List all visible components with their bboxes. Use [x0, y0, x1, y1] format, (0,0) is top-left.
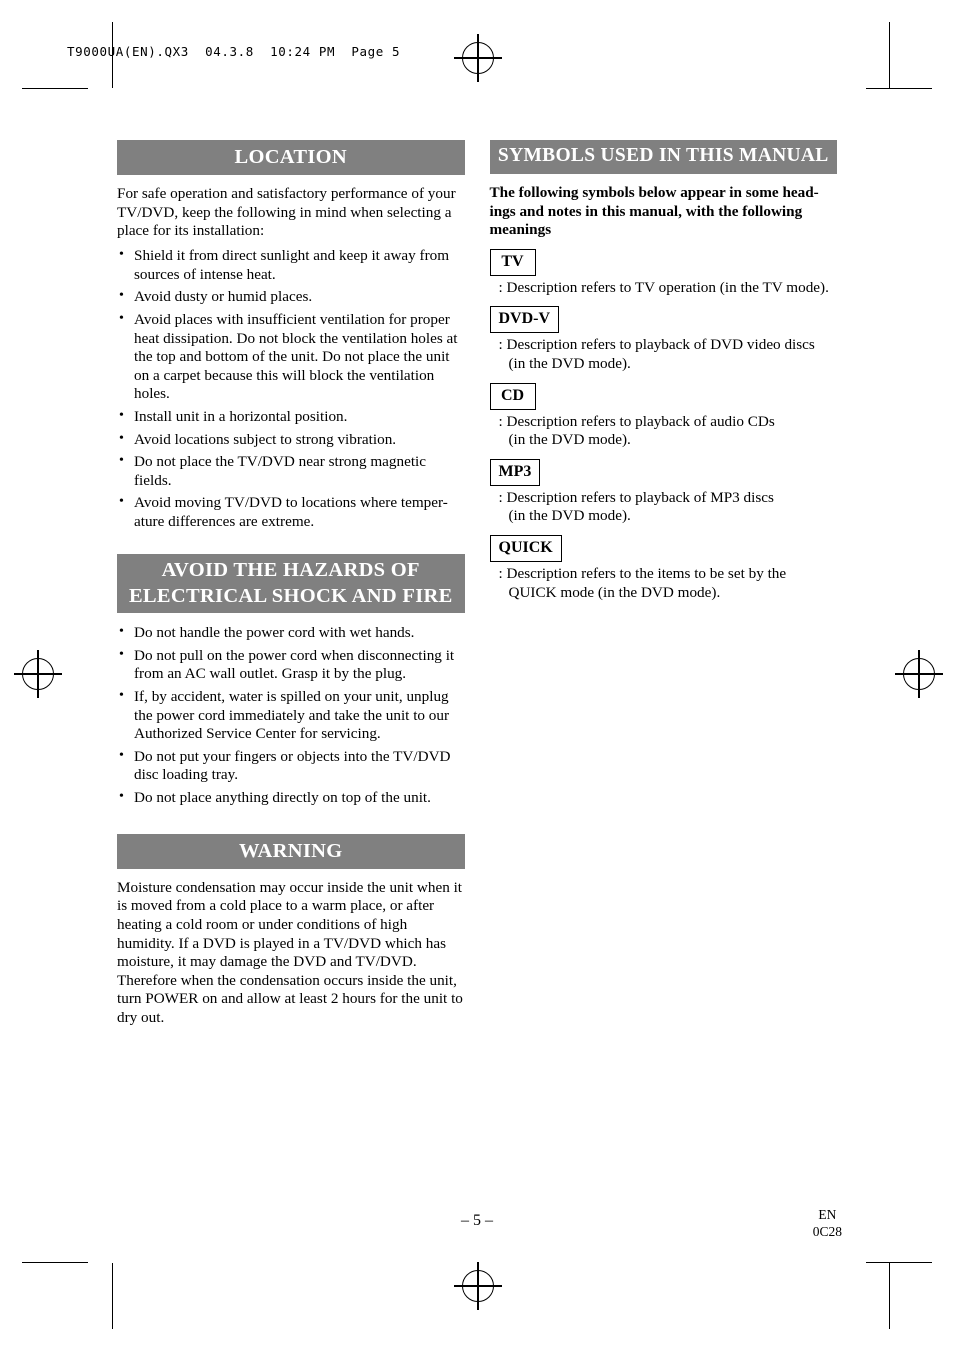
registration-mark-right [895, 650, 943, 698]
symbol-description-tv: : Description refers to TV operation (in… [498, 278, 829, 296]
symbol-description-cd: : Description refers to playback of audi… [490, 413, 838, 450]
list-item: Avoid dusty or humid places. [117, 287, 465, 307]
symbol-entry-quick: QUICK : Description refers to the items … [489, 535, 838, 602]
location-bullet-list: Shield it from direct sunlight and keep … [117, 246, 465, 532]
section-heading-warning: WARNING [117, 833, 465, 869]
section-location: LOCATION For safe operation and satisfac… [117, 140, 465, 532]
print-slug: T9000UA(EN).QX3 04.3.8 10:24 PM Page 5 [67, 44, 401, 59]
list-item: Shield it from direct sunlight and keep … [117, 246, 465, 284]
crop-mark-bottom-left-horizontal [22, 1262, 88, 1264]
symbol-description-quick: : Description refers to the items to be … [490, 565, 838, 602]
symbol-description-mp3: : Description refers to playback of MP3 … [490, 489, 838, 526]
symbol-description-dvd-v: : Description refers to playback of DVD … [490, 336, 838, 373]
symbol-description-cd-line1: : Description refers to playback of audi… [498, 412, 775, 430]
symbol-badge-quick: QUICK [489, 535, 562, 563]
right-column: SYMBOLS USED IN THIS MANUAL The followin… [489, 140, 838, 1028]
section-heading-location: LOCATION [117, 140, 465, 176]
section-heading-symbols: SYMBOLS USED IN THIS MANUAL [489, 140, 837, 174]
symbols-intro: The following symbols below appear in so… [489, 183, 819, 239]
symbol-badge-mp3: MP3 [489, 458, 541, 486]
section-warning: WARNING Moisture condensation may occur … [117, 833, 465, 1028]
symbol-badge-cd: CD [489, 382, 536, 410]
crop-mark-bottom-left-vertical [112, 1263, 114, 1329]
footer-code-line1: EN [818, 1207, 837, 1222]
section-symbols: SYMBOLS USED IN THIS MANUAL The followin… [489, 140, 838, 602]
symbol-description-quick-line2: QUICK mode (in the DVD mode). [508, 583, 721, 601]
registration-mark-top [454, 34, 502, 82]
symbol-description-quick-line1: : Description refers to the items to be … [498, 565, 787, 583]
symbol-entry-tv: TV : Description refers to TV operation … [489, 248, 838, 298]
crop-mark-bottom-right-vertical [889, 1263, 891, 1329]
symbol-description-dvd-v-line2: (in the DVD mode). [508, 355, 631, 372]
section-heading-hazards: AVOID THE HAZARDS OF ELECTRICAL SHOCK AN… [117, 553, 465, 614]
symbol-description-dvd-v-line1: : Description refers to playback of DVD … [498, 336, 815, 354]
crop-mark-top-right-vertical [889, 22, 891, 88]
crop-mark-top-right-horizontal [866, 88, 932, 90]
list-item: Install unit in a horizontal position. [117, 407, 465, 427]
symbol-entry-dvd-v: DVD-V : Description refers to playback o… [489, 306, 838, 373]
symbol-entry-mp3: MP3 : Description refers to playback of … [489, 458, 838, 526]
crop-mark-bottom-right-horizontal [866, 1262, 932, 1264]
footer-code: EN 0C28 [813, 1207, 842, 1241]
registration-mark-left [14, 650, 62, 698]
list-item: Avoid locations subject to strong vibrat… [117, 430, 465, 450]
list-item: Do not place anything directly on top of… [117, 788, 465, 808]
page-number: – 5 – [461, 1212, 493, 1229]
crop-mark-top-left-horizontal [22, 88, 88, 90]
hazards-bullet-list: Do not handle the power cord with wet ha… [117, 623, 465, 808]
section-heading-hazards-line2: ELECTRICAL SHOCK AND FIRE [128, 584, 453, 607]
list-item: Do not pull on the power cord when disco… [117, 646, 465, 684]
list-item: Do not handle the power cord with wet ha… [117, 623, 465, 643]
symbol-entry-cd: CD : Description refers to playback of a… [489, 382, 838, 450]
location-intro: For safe operation and satisfactory perf… [117, 185, 456, 240]
page-content: LOCATION For safe operation and satisfac… [117, 140, 837, 1028]
symbol-description-cd-line2: (in the DVD mode). [508, 431, 631, 449]
symbol-badge-tv: TV [489, 248, 536, 276]
list-item: Avoid places with insufficient ventilati… [117, 310, 465, 404]
list-item: Avoid moving TV/DVD to locations where t… [117, 493, 465, 531]
registration-mark-bottom [454, 1262, 502, 1310]
footer-code-line2: 0C28 [812, 1223, 842, 1239]
warning-text: Moisture condensation may occur inside t… [117, 878, 463, 1027]
left-column: LOCATION For safe operation and satisfac… [117, 140, 465, 1028]
list-item: If, by accident, water is spilled on you… [117, 687, 465, 744]
section-hazards: AVOID THE HAZARDS OF ELECTRICAL SHOCK AN… [117, 553, 465, 808]
list-item: Do not place the TV/DVD near strong magn… [117, 452, 465, 490]
section-heading-hazards-line1: AVOID THE HAZARDS OF [161, 558, 420, 581]
symbol-description-mp3-line1: : Description refers to playback of MP3 … [498, 488, 774, 506]
list-item: Do not put your fingers or objects into … [117, 747, 465, 785]
symbol-badge-dvd-v: DVD-V [489, 306, 560, 334]
symbol-description-mp3-line2: (in the DVD mode). [508, 507, 631, 525]
